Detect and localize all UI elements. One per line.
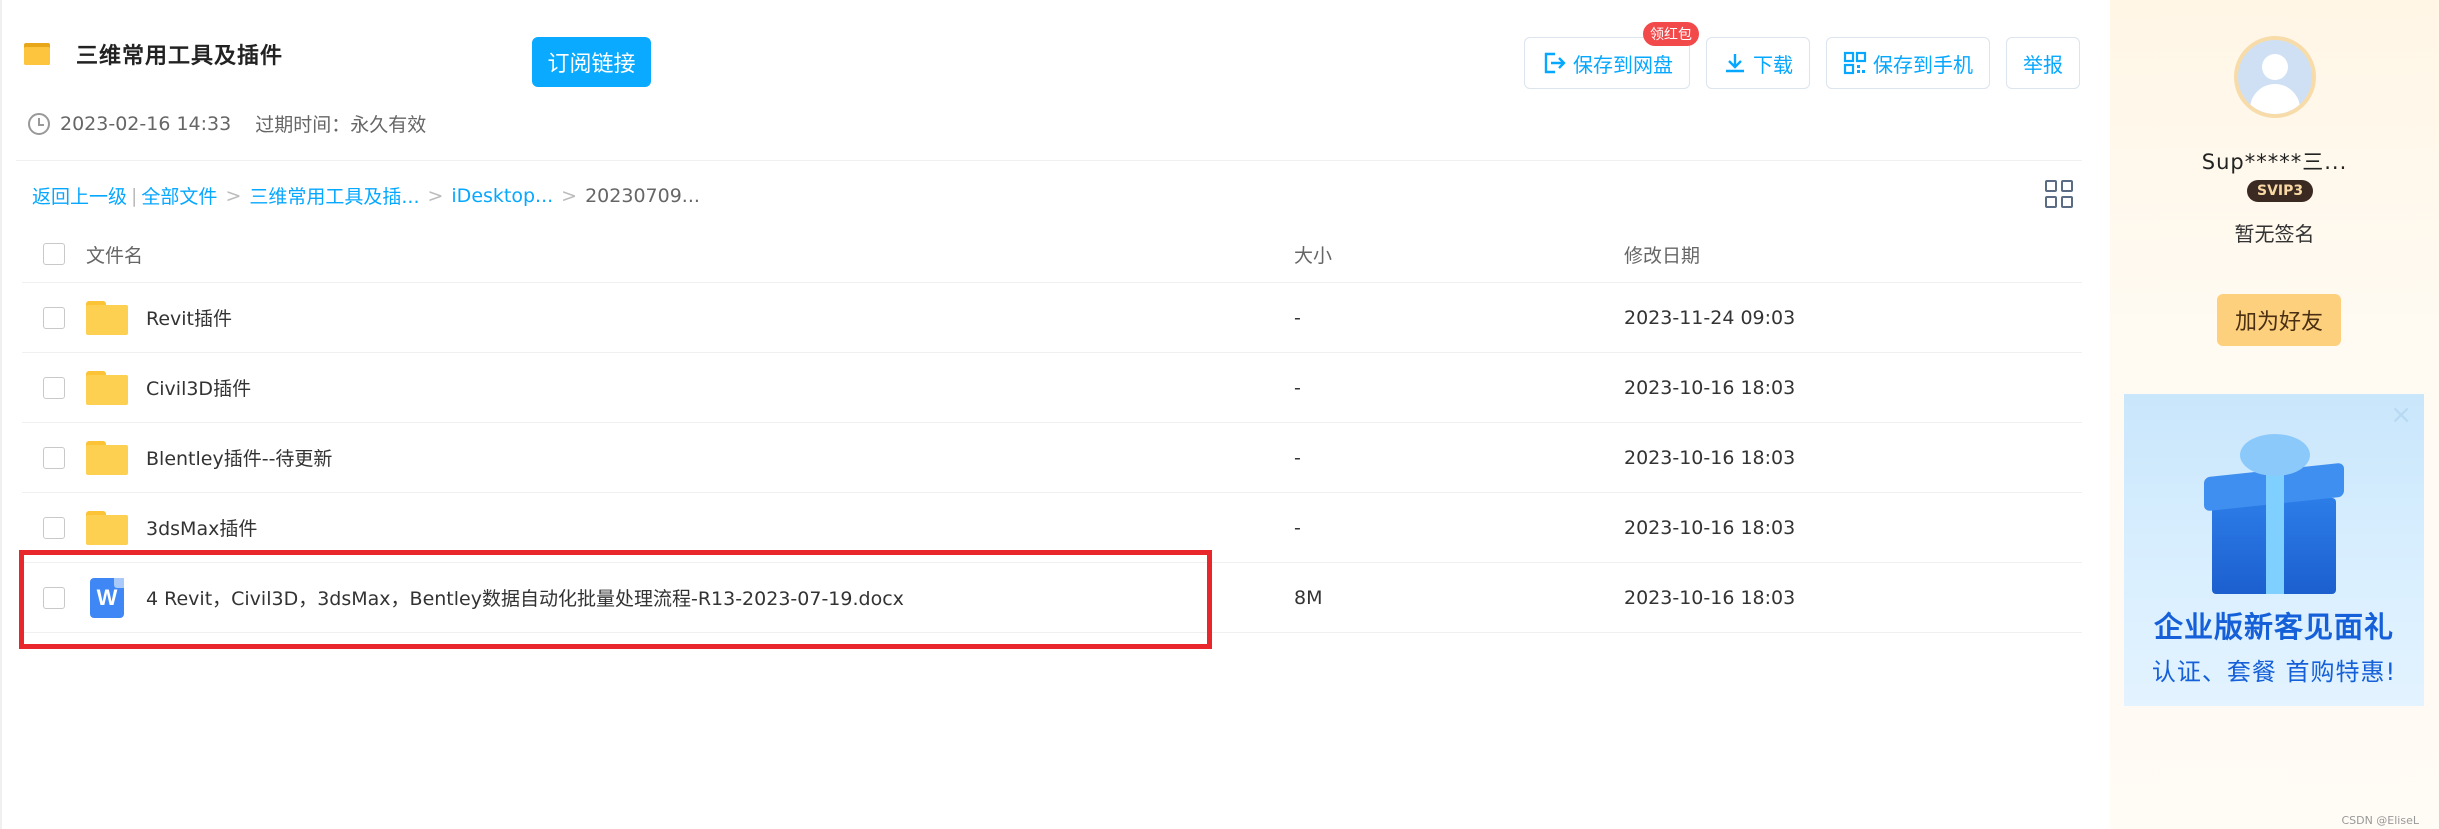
breadcrumb-arrow: >	[427, 184, 444, 207]
watermark: CSDN @EliseL	[2341, 814, 2419, 827]
file-name[interactable]: 3dsMax插件	[146, 514, 257, 541]
breadcrumb: 返回上一级 | 全部文件 > 三维常用工具及插... > iDesktop...…	[32, 182, 700, 209]
file-date: 2023-11-24 09:03	[1624, 306, 1796, 329]
username[interactable]: Sup*****三...	[2110, 146, 2439, 176]
file-table: 文件名 大小 修改日期 Revit插件 - 2023-11-24 09:03 C…	[22, 226, 2082, 633]
ad-title: 企业版新客见面礼	[2153, 610, 2394, 644]
file-name[interactable]: 4 Revit，Civil3D，3dsMax，Bentley数据自动化批量处理流…	[146, 584, 904, 611]
folder-icon	[86, 440, 128, 475]
vip-badge: SVIP3	[2247, 180, 2314, 202]
word-doc-icon: W	[90, 577, 124, 618]
share-title: 三维常用工具及插件	[76, 44, 284, 69]
row-checkbox[interactable]	[43, 376, 65, 399]
table-row[interactable]: W 4 Revit，Civil3D，3dsMax，Bentley数据自动化批量处…	[22, 563, 2082, 633]
breadcrumb-idesktop[interactable]: iDesktop...	[451, 185, 553, 207]
breadcrumb-current: 20230709...	[585, 184, 700, 207]
file-name[interactable]: Blentley插件--待更新	[146, 444, 332, 471]
clock-icon	[28, 112, 50, 135]
main-panel: 三维常用工具及插件 订阅链接 2023-02-16 14:33 过期时间：永久有…	[0, 0, 2100, 829]
toolbar: 保存到网盘 领红包 下载 保存到手机 举报	[1508, 22, 2080, 89]
report-button[interactable]: 举报	[2006, 37, 2080, 89]
file-date: 2023-10-16 18:03	[1624, 516, 1796, 539]
signature: 暂无签名	[2234, 222, 2315, 246]
file-size: 8M	[1294, 586, 1323, 609]
save-to-cloud-label: 保存到网盘	[1573, 52, 1673, 77]
save-to-cloud-button[interactable]: 保存到网盘 领红包	[1524, 22, 1699, 89]
enterprise-ad-banner[interactable]: × 企业版新客见面礼 认证、套餐 首购特惠!	[2124, 394, 2424, 706]
folder-icon	[24, 43, 50, 65]
table-row[interactable]: 3dsMax插件 - 2023-10-16 18:03	[22, 493, 2082, 563]
row-checkbox[interactable]	[43, 516, 65, 539]
subscribe-link-button[interactable]: 订阅链接	[532, 37, 651, 87]
save-to-phone-button[interactable]: 保存到手机	[1826, 37, 1990, 89]
add-friend-button[interactable]: 加为好友	[2217, 294, 2341, 346]
breadcrumb-all-files[interactable]: 全部文件	[141, 182, 217, 209]
row-checkbox[interactable]	[43, 306, 65, 329]
row-checkbox[interactable]	[43, 446, 65, 469]
table-row[interactable]: Revit插件 - 2023-11-24 09:03	[22, 283, 2082, 353]
share-meta: 2023-02-16 14:33 过期时间：永久有效	[28, 110, 426, 137]
created-time: 2023-02-16 14:33	[60, 112, 232, 135]
close-icon[interactable]: ×	[2390, 400, 2412, 430]
folder-icon	[86, 510, 128, 545]
avatar[interactable]	[2234, 36, 2316, 118]
download-label: 下载	[1753, 52, 1793, 77]
folder-icon	[86, 370, 128, 405]
table-row[interactable]: Civil3D插件 - 2023-10-16 18:03	[22, 353, 2082, 423]
expire-time: 过期时间：永久有效	[255, 114, 427, 136]
table-row[interactable]: Blentley插件--待更新 - 2023-10-16 18:03	[22, 423, 2082, 493]
file-date: 2023-10-16 18:03	[1624, 446, 1796, 469]
file-size: -	[1294, 376, 1301, 399]
grid-view-icon[interactable]	[2045, 180, 2073, 208]
breadcrumb-arrow: >	[225, 184, 242, 207]
user-sidebar: Sup*****三... SVIP3 暂无签名 加为好友 × 企业版新客见面礼 …	[2110, 0, 2439, 829]
gift-box-icon	[2194, 430, 2354, 600]
file-date: 2023-10-16 18:03	[1624, 586, 1796, 609]
download-button[interactable]: 下载	[1706, 37, 1810, 89]
divider	[16, 160, 2082, 161]
file-name[interactable]: Revit插件	[146, 304, 232, 331]
file-size: -	[1294, 306, 1301, 329]
header-date: 修改日期	[1624, 244, 1701, 267]
download-icon	[1726, 54, 1744, 73]
save-to-phone-label: 保存到手机	[1873, 52, 1973, 77]
ad-subtitle: 认证、套餐 首购特惠!	[2151, 658, 2397, 686]
file-size: -	[1294, 446, 1301, 469]
header-name: 文件名	[86, 244, 144, 267]
breadcrumb-arrow: >	[561, 184, 578, 207]
folder-icon	[86, 300, 128, 335]
file-name[interactable]: Civil3D插件	[146, 374, 251, 401]
report-label: 举报	[2023, 52, 2063, 77]
file-size: -	[1294, 516, 1301, 539]
select-all-checkbox[interactable]	[43, 243, 65, 265]
table-header: 文件名 大小 修改日期	[22, 226, 2082, 283]
save-to-cloud-icon	[1544, 52, 1566, 74]
breadcrumb-pipe: |	[131, 184, 138, 207]
file-date: 2023-10-16 18:03	[1624, 376, 1796, 399]
red-packet-badge[interactable]: 领红包	[1643, 22, 1699, 46]
qr-code-icon	[1843, 51, 1867, 75]
header-size: 大小	[1294, 244, 1333, 267]
back-up-link[interactable]: 返回上一级	[32, 182, 127, 209]
row-checkbox[interactable]	[43, 586, 65, 609]
share-header: 三维常用工具及插件	[24, 38, 283, 70]
breadcrumb-3d-tools[interactable]: 三维常用工具及插...	[249, 182, 419, 209]
